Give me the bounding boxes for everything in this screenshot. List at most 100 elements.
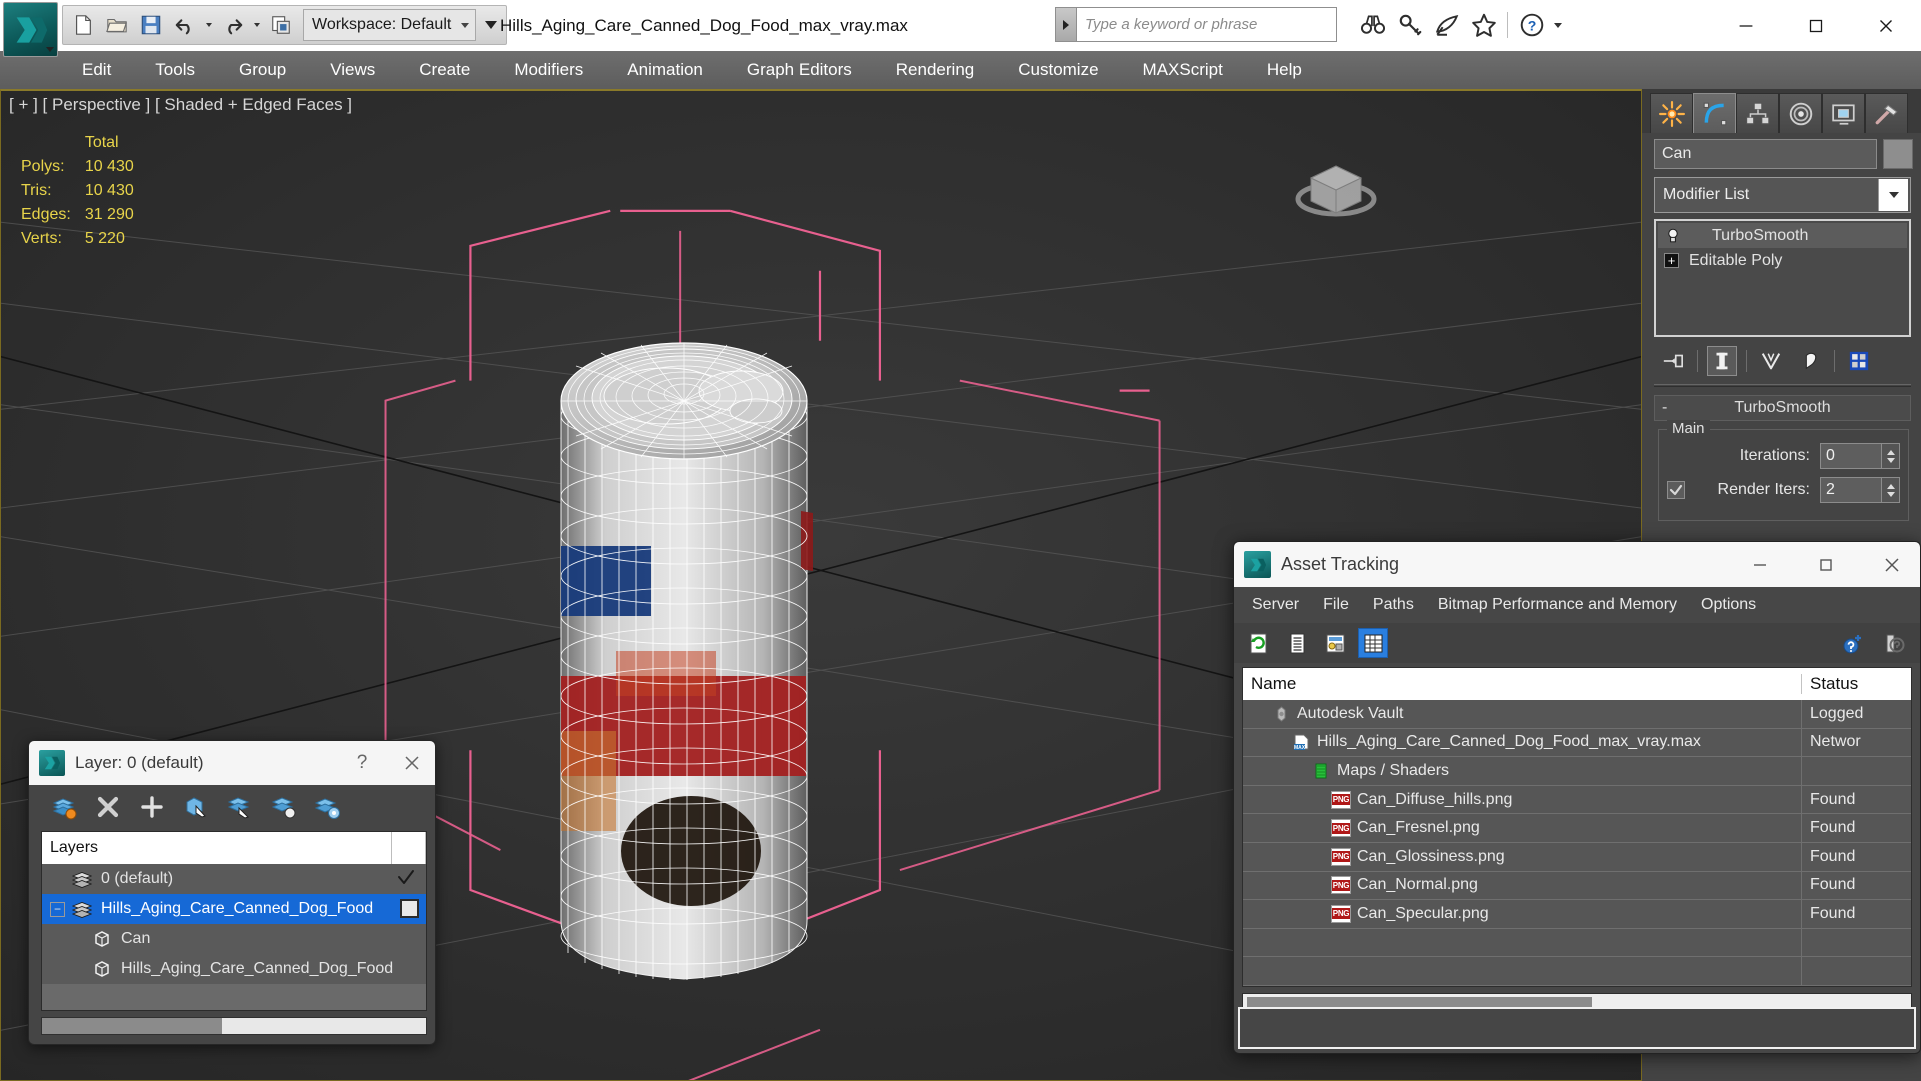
menu-graph-editors[interactable]: Graph Editors — [725, 51, 874, 89]
path-editor-icon[interactable] — [1320, 628, 1350, 658]
render-iters-stepper[interactable]: 2 — [1820, 477, 1900, 503]
menu-bitmap-performance[interactable]: Bitmap Performance and Memory — [1426, 587, 1689, 623]
table-row[interactable]: PNG Can_Specular.png Found — [1243, 900, 1911, 929]
make-unique-icon[interactable] — [1756, 346, 1786, 376]
delete-layer-icon[interactable] — [93, 792, 123, 822]
plus-box-icon[interactable]: + — [1664, 253, 1679, 268]
menu-file[interactable]: File — [1311, 587, 1361, 623]
motion-tab[interactable] — [1779, 93, 1822, 133]
display-tab[interactable] — [1822, 93, 1865, 133]
render-iters-value[interactable]: 2 — [1820, 477, 1882, 503]
column-header-status[interactable]: Status — [1801, 674, 1911, 694]
list-view-icon[interactable] — [1282, 628, 1312, 658]
close-button[interactable] — [1864, 542, 1920, 587]
stack-item-turbosmooth[interactable]: TurboSmooth — [1658, 223, 1907, 248]
stepper-arrows[interactable] — [1882, 477, 1900, 503]
chevron-down-icon[interactable] — [1878, 179, 1908, 211]
maximize-button[interactable] — [1781, 0, 1851, 51]
search-input[interactable]: Type a keyword or phrase — [1077, 7, 1337, 42]
stack-item-editable-poly[interactable]: + Editable Poly — [1658, 248, 1907, 273]
modifier-list-dropdown[interactable]: Modifier List — [1654, 177, 1911, 213]
asset-tracking-dialog[interactable]: Asset Tracking Server File Paths Bitmap … — [1233, 541, 1921, 1054]
binoculars-icon[interactable] — [1355, 7, 1390, 43]
scrollbar-thumb[interactable] — [42, 1018, 222, 1034]
object-color-swatch[interactable] — [1883, 139, 1913, 169]
save-file-icon[interactable] — [135, 9, 167, 41]
menu-edit[interactable]: Edit — [60, 51, 133, 89]
layer-row-can[interactable]: Can — [42, 924, 426, 954]
layer-row-hills-object[interactable]: Hills_Aging_Care_Canned_Dog_Food — [42, 954, 426, 984]
add-help-icon[interactable] — [1838, 628, 1868, 658]
iterations-value[interactable]: 0 — [1820, 443, 1882, 469]
search-expand-icon[interactable] — [1055, 7, 1077, 42]
layer-dialog[interactable]: Layer: 0 (default) ? Layers 0 (default) … — [28, 740, 436, 1045]
menu-tools[interactable]: Tools — [133, 51, 217, 89]
remove-modifier-icon[interactable] — [1795, 346, 1825, 376]
layer-row-default[interactable]: 0 (default) — [42, 864, 426, 894]
refresh-icon[interactable] — [1244, 628, 1274, 658]
render-iters-checkbox[interactable] — [1667, 481, 1685, 499]
turbosmooth-rollout-header[interactable]: - TurboSmooth — [1654, 395, 1911, 421]
lightbulb-icon[interactable] — [1664, 227, 1682, 245]
object-name-field[interactable]: Can — [1654, 139, 1877, 169]
iterations-stepper[interactable]: 0 — [1820, 443, 1900, 469]
viewport-label[interactable]: [ + ] [ Perspective ] [ Shaded + Edged F… — [9, 95, 352, 115]
menu-create[interactable]: Create — [397, 51, 492, 89]
configure-modifier-sets-icon[interactable] — [1844, 346, 1874, 376]
view-cube-icon[interactable] — [1286, 133, 1386, 233]
minimize-button[interactable] — [1732, 542, 1788, 587]
undo-dropdown-caret[interactable] — [203, 9, 215, 41]
select-objects-icon[interactable] — [181, 792, 211, 822]
menu-group[interactable]: Group — [217, 51, 308, 89]
menu-modifiers[interactable]: Modifiers — [492, 51, 605, 89]
table-row[interactable]: PNG Can_Normal.png Found — [1243, 871, 1911, 901]
workspace-selector[interactable]: Workspace: Default — [303, 9, 477, 41]
layer-horizontal-scrollbar[interactable] — [41, 1017, 427, 1035]
menu-help[interactable]: Help — [1245, 51, 1324, 89]
table-row[interactable]: PNG Can_Diffuse_hills.png Found — [1243, 785, 1911, 815]
table-row[interactable]: PNG Can_Fresnel.png Found — [1243, 814, 1911, 843]
menu-customize[interactable]: Customize — [996, 51, 1120, 89]
collapse-expander-icon[interactable]: − — [50, 901, 65, 917]
modify-tab[interactable] — [1693, 93, 1736, 133]
table-row-empty[interactable] — [1243, 928, 1911, 958]
menu-options[interactable]: Options — [1689, 587, 1768, 623]
menu-rendering[interactable]: Rendering — [874, 51, 996, 89]
menu-paths[interactable]: Paths — [1361, 587, 1426, 623]
help-dropdown-caret[interactable] — [1551, 7, 1565, 43]
close-button[interactable] — [1851, 0, 1921, 51]
new-file-icon[interactable] — [67, 9, 99, 41]
app-logo-button[interactable] — [3, 2, 58, 57]
menu-maxscript[interactable]: MAXScript — [1121, 51, 1245, 89]
utilities-tab[interactable] — [1865, 93, 1908, 133]
table-row[interactable]: MAX Hills_Aging_Care_Canned_Dog_Food_max… — [1243, 728, 1911, 758]
add-layer-icon[interactable] — [137, 792, 167, 822]
create-tab[interactable] — [1650, 93, 1693, 133]
project-folder-icon[interactable] — [265, 9, 297, 41]
satellite-dish-icon[interactable] — [1429, 7, 1464, 43]
table-row[interactable]: PNG Can_Glossiness.png Found — [1243, 842, 1911, 872]
table-row-empty[interactable] — [1243, 957, 1911, 986]
hierarchy-tab[interactable] — [1736, 93, 1779, 133]
help-icon[interactable]: ? — [345, 741, 379, 785]
grid-view-icon[interactable] — [1358, 628, 1388, 658]
column-header-name[interactable]: Name — [1243, 674, 1801, 694]
star-icon[interactable] — [1466, 7, 1501, 43]
layer-properties-icon[interactable] — [313, 792, 343, 822]
layer-row-hills[interactable]: − Hills_Aging_Care_Canned_Dog_Food — [42, 894, 426, 924]
maximize-button[interactable] — [1798, 542, 1854, 587]
table-row[interactable]: Autodesk Vault Logged — [1243, 700, 1911, 729]
layer-list[interactable]: Layers 0 (default) − Hills_Aging_Care_Ca… — [41, 831, 427, 1011]
key-icon[interactable] — [1392, 7, 1427, 43]
current-layer-check-icon[interactable] — [396, 867, 416, 892]
help-icon[interactable]: ? — [1514, 7, 1549, 43]
redo-dropdown-caret[interactable] — [251, 9, 263, 41]
modifier-stack[interactable]: TurboSmooth + Editable Poly — [1654, 219, 1911, 337]
new-layer-icon[interactable] — [49, 792, 79, 822]
logo-dropdown-caret[interactable] — [46, 47, 54, 52]
pin-stack-icon[interactable] — [1658, 346, 1688, 376]
undo-icon[interactable] — [169, 9, 201, 41]
menu-server[interactable]: Server — [1240, 587, 1311, 623]
show-end-result-icon[interactable] — [1707, 346, 1737, 376]
redo-icon[interactable] — [217, 9, 249, 41]
